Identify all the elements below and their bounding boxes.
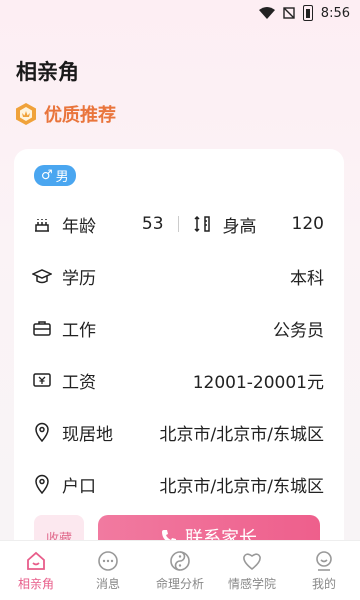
gender-tag: ♂ 男 bbox=[34, 165, 76, 186]
no-signal-icon bbox=[283, 7, 295, 19]
tab-emotion-academy[interactable]: 情感学院 bbox=[216, 541, 288, 600]
graduation-cap-icon bbox=[32, 266, 52, 286]
tab-label: 命理分析 bbox=[155, 576, 204, 591]
battery-icon bbox=[302, 5, 313, 21]
section-header: 优质推荐 bbox=[14, 101, 116, 127]
education-label: 学历 bbox=[62, 268, 96, 289]
salary-value: 12001-20001元 bbox=[192, 372, 324, 393]
bottom-tab-bar: 相亲角 消息 命理分析 情感学院 我的 bbox=[0, 540, 360, 600]
male-icon: ♂ bbox=[41, 168, 53, 183]
hukou-label: 户口 bbox=[62, 476, 96, 497]
profile-icon bbox=[316, 550, 332, 571]
heart-icon bbox=[243, 552, 261, 570]
education-row: 学历 本科 bbox=[32, 261, 324, 291]
hukou-value: 北京市/北京市/东城区 bbox=[159, 476, 324, 497]
briefcase-icon bbox=[32, 318, 52, 338]
education-value: 本科 bbox=[290, 268, 324, 289]
salary-row: 工资 12001-20001元 bbox=[32, 365, 324, 395]
age-label: 年龄 bbox=[62, 216, 96, 237]
job-label: 工作 bbox=[62, 320, 96, 341]
message-icon bbox=[98, 550, 118, 571]
salary-label: 工资 bbox=[62, 372, 96, 393]
residence-value: 北京市/北京市/东城区 bbox=[159, 424, 324, 445]
page-title: 相亲角 bbox=[16, 60, 79, 84]
job-row: 工作 公务员 bbox=[32, 313, 324, 343]
age-height-row: 年龄 53 身高 120 bbox=[32, 209, 324, 239]
residence-label: 现居地 bbox=[62, 424, 113, 445]
wifi-icon bbox=[258, 7, 275, 19]
tab-messages[interactable]: 消息 bbox=[72, 541, 144, 600]
money-icon bbox=[32, 370, 52, 390]
gender-label: 男 bbox=[55, 170, 69, 185]
quality-badge-icon bbox=[16, 103, 36, 125]
tab-matchmaking[interactable]: 相亲角 bbox=[0, 541, 72, 600]
divider bbox=[177, 216, 179, 232]
age-value: 53 bbox=[141, 214, 164, 234]
tab-profile[interactable]: 我的 bbox=[288, 541, 360, 600]
height-value: 120 bbox=[291, 214, 324, 234]
tab-label: 情感学院 bbox=[227, 576, 276, 591]
hukou-row: 户口 北京市/北京市/东城区 bbox=[32, 469, 324, 499]
home-icon bbox=[27, 551, 45, 570]
status-bar: 8:56 bbox=[0, 0, 360, 26]
height-icon bbox=[192, 214, 212, 234]
height-label: 身高 bbox=[222, 216, 257, 237]
tab-label: 我的 bbox=[311, 576, 336, 591]
age-field: 年龄 53 bbox=[32, 212, 164, 237]
tab-fortune-analysis[interactable]: 命理分析 bbox=[144, 541, 216, 600]
height-field: 身高 120 bbox=[192, 212, 324, 237]
profile-card[interactable]: ♂ 男 年龄 53 身高 120 学历 本科 工作 公务员 工资 12001-2… bbox=[14, 149, 344, 569]
residence-row: 现居地 北京市/北京市/东城区 bbox=[32, 417, 324, 447]
cake-icon bbox=[32, 214, 52, 234]
tab-label: 消息 bbox=[95, 576, 120, 591]
location-pin-icon bbox=[32, 474, 52, 494]
section-title: 优质推荐 bbox=[44, 105, 116, 126]
location-pin-icon bbox=[32, 422, 52, 442]
yin-yang-icon bbox=[170, 550, 190, 571]
status-time: 8:56 bbox=[320, 5, 350, 21]
job-value: 公务员 bbox=[273, 320, 324, 341]
tab-label: 相亲角 bbox=[17, 576, 54, 591]
